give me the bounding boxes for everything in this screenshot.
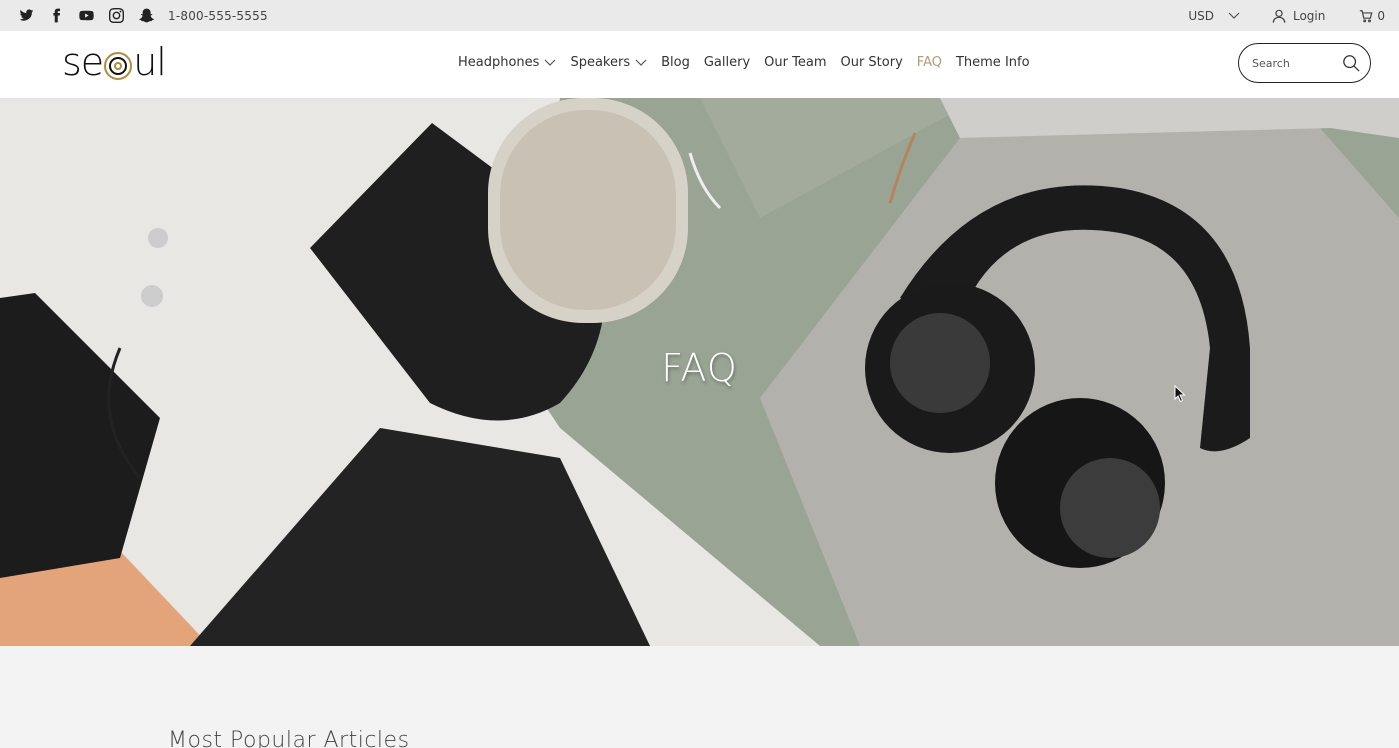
user-icon xyxy=(1272,9,1286,23)
currency-label: USD xyxy=(1188,8,1214,23)
site-header: se ul Headphones Speakers Blog Gallery Ou… xyxy=(0,31,1399,98)
currency-selector[interactable]: USD xyxy=(1188,9,1240,23)
main-nav: Headphones Speakers Blog Gallery Our Tea… xyxy=(458,55,1030,70)
faq-content: Most Popular Articles xyxy=(0,646,1399,748)
cart-count: 0 xyxy=(1377,8,1385,23)
login-label: Login xyxy=(1292,8,1326,23)
mouse-cursor-icon xyxy=(1174,385,1186,403)
logo-text-end: ul xyxy=(133,40,167,84)
nav-item-blog[interactable]: Blog xyxy=(661,55,690,70)
nav-item-faq[interactable]: FAQ xyxy=(917,55,942,70)
chevron-down-icon xyxy=(635,59,647,66)
twitter-icon[interactable] xyxy=(16,6,36,26)
logo-circle-mark xyxy=(104,52,133,80)
nav-item-headphones[interactable]: Headphones xyxy=(458,55,556,70)
chevron-down-icon xyxy=(545,59,556,66)
hero-banner: FAQ xyxy=(0,98,1399,646)
section-heading: Most Popular Articles xyxy=(168,728,410,748)
nav-label: Headphones xyxy=(458,55,540,70)
nav-item-our-story[interactable]: Our Story xyxy=(840,55,902,70)
search-icon[interactable] xyxy=(1342,54,1360,72)
nav-item-our-team[interactable]: Our Team xyxy=(764,55,826,70)
nav-item-theme-info[interactable]: Theme Info xyxy=(956,55,1030,70)
facebook-icon[interactable] xyxy=(46,6,66,26)
snapchat-icon[interactable] xyxy=(136,6,156,26)
nav-item-speakers[interactable]: Speakers xyxy=(570,55,647,70)
page-title: FAQ xyxy=(661,346,738,390)
cart-icon xyxy=(1360,9,1373,22)
social-links: 1-800-555-5555 xyxy=(16,6,268,26)
search-box xyxy=(1238,43,1371,83)
account-links: USD Login 0 xyxy=(1188,9,1385,23)
nav-item-gallery[interactable]: Gallery xyxy=(704,55,750,70)
phone-number[interactable]: 1-800-555-5555 xyxy=(168,9,268,23)
search-input[interactable] xyxy=(1252,56,1342,70)
instagram-icon[interactable] xyxy=(106,6,126,26)
youtube-icon[interactable] xyxy=(76,6,96,26)
logo-text-start: se xyxy=(62,40,104,84)
cart-link[interactable]: 0 xyxy=(1359,9,1385,23)
nav-label: Speakers xyxy=(570,55,631,70)
login-link[interactable]: Login xyxy=(1272,9,1325,23)
logo[interactable]: se ul xyxy=(62,39,167,85)
chevron-down-icon xyxy=(1228,12,1240,19)
top-bar: 1-800-555-5555 USD Login 0 xyxy=(0,0,1399,31)
